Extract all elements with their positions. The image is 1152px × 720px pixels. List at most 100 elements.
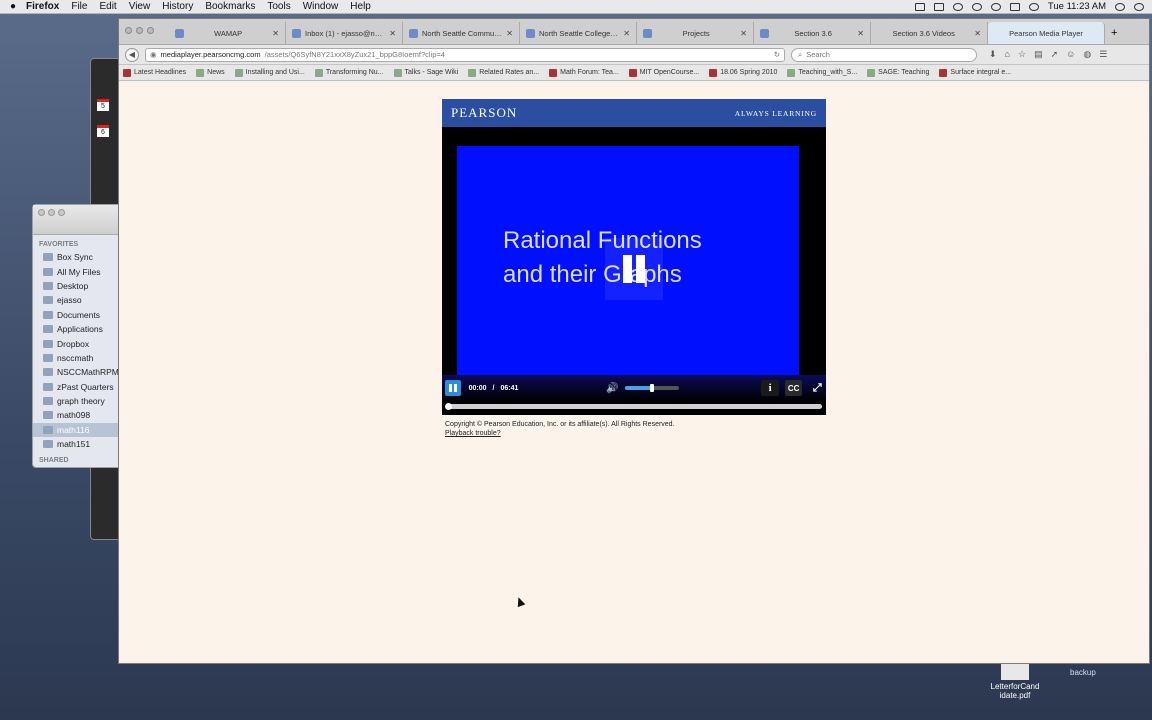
tab-section-3-6-videos[interactable]: Section 3.6 Videos ✕ — [871, 22, 988, 44]
menu-edit[interactable]: Edit — [99, 1, 116, 12]
tab-pearson-media-player[interactable]: Pearson Media Player — [988, 22, 1105, 44]
library-icon[interactable]: ▤ — [1034, 49, 1043, 60]
menu-file[interactable]: File — [71, 1, 87, 12]
close-tab-icon[interactable]: ✕ — [272, 29, 279, 38]
bookmark-news[interactable]: News — [196, 68, 225, 77]
sidebar-item-math098[interactable]: math098 — [33, 408, 131, 422]
sidebar-item-nsccmathrpm[interactable]: NSCCMathRPM — [33, 365, 131, 379]
zoom-button[interactable] — [147, 27, 154, 34]
bookmark-surface-integral[interactable]: Surface integral e... — [939, 68, 1011, 77]
sidebar-item-math151[interactable]: math151 — [33, 437, 131, 451]
sidebar-item-nsccmath[interactable]: nsccmath — [33, 351, 131, 365]
tab-label: WAMAP — [214, 28, 243, 38]
display-icon[interactable] — [914, 2, 925, 11]
close-button[interactable] — [125, 27, 132, 34]
volume-icon[interactable] — [1009, 2, 1020, 11]
menu-view[interactable]: View — [129, 1, 151, 12]
menu-history[interactable]: History — [162, 1, 193, 12]
reload-icon[interactable]: ↻ — [774, 50, 780, 59]
bookmark-installing[interactable]: Installing and Usi... — [234, 68, 305, 77]
new-tab-button[interactable]: + — [1105, 22, 1123, 44]
minimize-button[interactable] — [48, 209, 55, 216]
sidebar-item-desktop[interactable]: Desktop — [33, 279, 131, 293]
bookmark-sage-teaching[interactable]: SAGE: Teaching — [867, 68, 929, 77]
close-tab-icon[interactable]: ✕ — [740, 29, 747, 38]
menu-window[interactable]: Window — [303, 1, 339, 12]
user-icon[interactable] — [1115, 2, 1125, 11]
volume-slider[interactable] — [624, 384, 680, 392]
spotlight-icon[interactable] — [1134, 2, 1144, 11]
tab-inbox[interactable]: Inbox (1) - ejasso@nor... ✕ — [286, 22, 403, 44]
fullscreen-icon[interactable]: ⤢ — [808, 380, 826, 396]
search-input[interactable]: ⌕ Search — [791, 47, 977, 62]
url-bar[interactable]: ◉ mediaplayer.pearsoncmg.com/assets/Q6Sy… — [145, 47, 785, 62]
volume-knob[interactable] — [650, 384, 655, 392]
tab-projects[interactable]: Projects ✕ — [637, 22, 754, 44]
tab-wamap[interactable]: WAMAP ✕ — [169, 22, 286, 44]
bluetooth-icon[interactable] — [990, 2, 1001, 11]
sidebar-item-all-my-files[interactable]: All My Files — [33, 264, 131, 278]
menu-app-name[interactable]: Firefox — [26, 1, 59, 12]
time-machine-icon[interactable] — [971, 2, 982, 11]
menu-help[interactable]: Help — [350, 1, 371, 12]
zoom-button[interactable] — [58, 209, 65, 216]
sidebar-item-dropbox[interactable]: Dropbox — [33, 336, 131, 350]
seek-handle[interactable] — [445, 403, 452, 410]
video-frame[interactable]: Rational Functions and their Graphs — [457, 146, 799, 376]
bookmark-transforming[interactable]: Transforming Nu... — [314, 68, 384, 77]
sidebar-item-box-sync[interactable]: Box Sync — [33, 250, 131, 264]
sidebar-item-home[interactable]: ejasso — [33, 293, 131, 307]
sidebar-item-documents[interactable]: Documents — [33, 308, 131, 322]
clock[interactable]: Tue 11:23 AM — [1048, 1, 1106, 12]
close-tab-icon[interactable]: ✕ — [623, 29, 630, 38]
menu-tools[interactable]: Tools — [267, 1, 290, 12]
close-tab-icon[interactable]: ✕ — [389, 29, 396, 38]
pause-overlay-icon[interactable] — [605, 238, 663, 300]
desktop-folder-label[interactable]: backup — [1070, 668, 1096, 677]
menu-icon[interactable]: ☰ — [1099, 49, 1107, 60]
browser-window[interactable]: WAMAP ✕ Inbox (1) - ejasso@nor... ✕ North … — [118, 18, 1150, 664]
close-button[interactable] — [38, 209, 45, 216]
seek-bar[interactable] — [445, 403, 822, 410]
sidebar-item-math116[interactable]: math116 — [33, 422, 131, 438]
bookmark-math-forum[interactable]: Math Forum: Tea... — [549, 68, 619, 77]
site-identity-icon[interactable]: ◉ — [150, 50, 157, 59]
bookmark-star-icon[interactable]: ☆ — [1018, 49, 1026, 60]
tab-north-seattle-community[interactable]: North Seattle Communi... ✕ — [403, 22, 520, 44]
pause-button[interactable] — [445, 380, 461, 396]
sidebar-item-zpast-quarters[interactable]: zPast Quarters — [33, 380, 131, 394]
volume-icon[interactable]: 🔊 — [606, 383, 618, 394]
tab-north-seattle-college[interactable]: North Seattle College | ... ✕ — [520, 22, 637, 44]
close-tab-icon[interactable]: ✕ — [506, 29, 513, 38]
download-icon[interactable]: ⬇ — [989, 49, 997, 60]
info-button[interactable]: i — [761, 380, 779, 396]
extension-icon[interactable]: ◍ — [1083, 49, 1091, 60]
bookmark-latest-headlines[interactable]: Latest Headlines — [123, 68, 186, 77]
finder-window[interactable]: FAVORITES Box Sync All My Files Desktop … — [32, 204, 132, 468]
wifi-icon[interactable] — [1028, 2, 1039, 11]
bookmark-teaching-with[interactable]: Teaching_with_S... — [787, 68, 857, 77]
box-icon[interactable] — [952, 2, 963, 11]
sidebar-item-graph-theory[interactable]: graph theory — [33, 394, 131, 408]
close-tab-icon[interactable]: ✕ — [857, 29, 864, 38]
tab-section-3-6[interactable]: Section 3.6 ✕ — [754, 22, 871, 44]
desktop-file[interactable]: LetterforCand idate.pdf — [985, 664, 1045, 700]
tab-label: North Seattle College | ... — [539, 28, 620, 38]
back-button[interactable]: ◀ — [125, 47, 139, 62]
closed-captions-button[interactable]: CC — [784, 380, 803, 396]
minimize-button[interactable] — [136, 27, 143, 34]
sidebar-item-applications[interactable]: Applications — [33, 322, 131, 336]
apple-icon[interactable]: ● — [0, 1, 26, 12]
bookmark-related-rates[interactable]: Related Rates an... — [468, 68, 539, 77]
bookmark-mit-opencourseware[interactable]: MIT OpenCourse... — [628, 68, 699, 77]
share-icon[interactable]: ➚ — [1051, 49, 1059, 60]
chat-icon[interactable]: ☺ — [1066, 49, 1075, 60]
home-icon[interactable]: ⌂ — [1005, 49, 1010, 60]
playback-trouble-link[interactable]: Playback trouble? — [445, 430, 501, 437]
close-tab-icon[interactable]: ✕ — [974, 29, 981, 38]
dropbox-icon[interactable] — [933, 2, 944, 11]
bookmark-18-06-spring[interactable]: 18.06 Spring 2010 — [709, 68, 777, 77]
pearson-media-player[interactable]: PEARSON ALWAYS LEARNING Rational Functio… — [442, 99, 826, 415]
bookmark-talks-sage-wiki[interactable]: Talks - Sage Wiki — [393, 68, 458, 77]
menu-bookmarks[interactable]: Bookmarks — [205, 1, 255, 12]
